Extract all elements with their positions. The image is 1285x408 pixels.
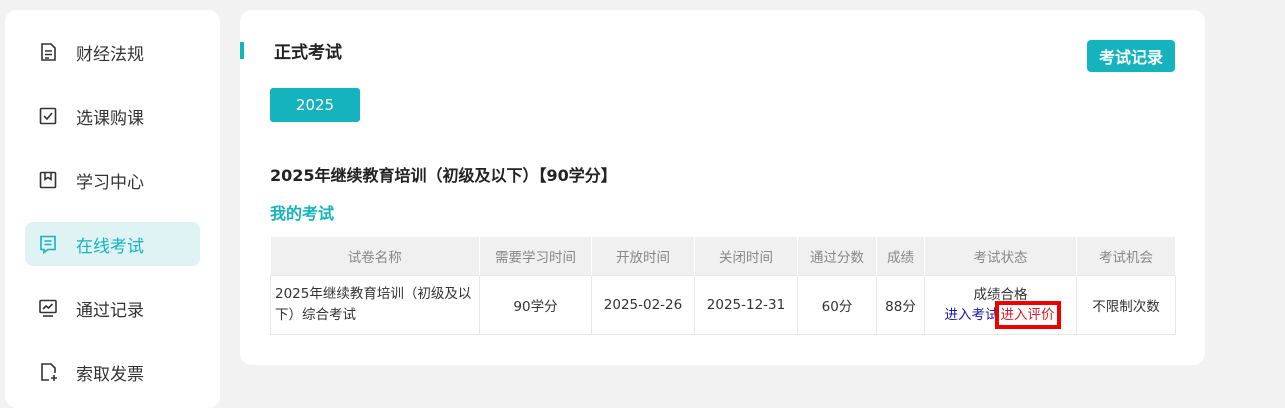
sidebar-item-label: 通过记录 — [76, 300, 144, 321]
header-exam-status: 考试状态 — [924, 237, 1077, 276]
title-accent-bar — [240, 42, 244, 59]
document-icon — [37, 41, 59, 63]
cell-score: 88分 — [876, 275, 925, 335]
invoice-icon — [37, 361, 59, 383]
sidebar-item-label: 在线考试 — [76, 236, 144, 257]
header-paper-name: 试卷名称 — [270, 237, 480, 276]
enter-evaluation-link[interactable]: 进入评价 — [994, 301, 1061, 329]
status-text: 成绩合格 — [973, 287, 1028, 303]
table-header-row: 试卷名称 需要学习时间 开放时间 关闭时间 通过分数 成绩 考试状态 考试机会 — [270, 237, 1176, 276]
course-title: 2025年继续教育培训（初级及以下）【90学分】 — [270, 166, 617, 185]
sidebar-item-label: 学习中心 — [76, 172, 144, 193]
bookmark-icon — [37, 169, 59, 191]
enter-exam-link[interactable]: 进入考试 — [945, 307, 999, 323]
page-title: 正式考试 — [274, 43, 342, 63]
header-pass-score: 通过分数 — [797, 237, 877, 276]
my-exams-label: 我的考试 — [270, 204, 335, 223]
sidebar-item-learning-center[interactable]: 学习中心 — [25, 158, 200, 202]
exam-records-button[interactable]: 考试记录 — [1087, 40, 1175, 72]
sidebar-item-regulations[interactable]: 财经法规 — [25, 30, 200, 74]
sidebar-item-online-exam[interactable]: 在线考试 — [25, 222, 200, 266]
chart-monitor-icon — [37, 297, 59, 319]
header-exam-chances: 考试机会 — [1076, 237, 1176, 276]
cell-paper-name: 2025年继续教育培训（初级及以下）综合考试 — [270, 275, 480, 335]
checklist-icon — [37, 105, 59, 127]
cell-exam-chances: 不限制次数 — [1076, 275, 1176, 335]
header-close-time: 关闭时间 — [694, 237, 798, 276]
exam-icon — [37, 233, 59, 255]
sidebar: 财经法规 选课购课 学习中心 在线考试 通过记录 索取发票 — [5, 10, 220, 408]
table-row: 2025年继续教育培训（初级及以下）综合考试 90学分 2025-02-26 2… — [270, 275, 1176, 335]
header-score: 成绩 — [876, 237, 925, 276]
sidebar-item-pass-records[interactable]: 通过记录 — [25, 286, 200, 330]
sidebar-item-label: 财经法规 — [76, 44, 144, 65]
sidebar-item-label: 索取发票 — [76, 364, 144, 385]
cell-pass-score: 60分 — [797, 275, 877, 335]
header-open-time: 开放时间 — [591, 237, 695, 276]
cell-exam-status: 成绩合格 进入考试 进入评价 — [924, 275, 1077, 335]
sidebar-item-course-select[interactable]: 选课购课 — [25, 94, 200, 138]
exam-table: 试卷名称 需要学习时间 开放时间 关闭时间 通过分数 成绩 考试状态 考试机会 … — [270, 237, 1176, 335]
sidebar-item-invoice[interactable]: 索取发票 — [25, 350, 200, 394]
cell-study-time: 90学分 — [479, 275, 592, 335]
header-study-time: 需要学习时间 — [479, 237, 592, 276]
main-panel: 正式考试 考试记录 2025 2025年继续教育培训（初级及以下）【90学分】 … — [240, 10, 1205, 365]
sidebar-item-label: 选课购课 — [76, 108, 144, 129]
year-tab-2025[interactable]: 2025 — [270, 88, 360, 122]
status-actions: 进入考试 进入评价 — [929, 301, 1072, 329]
cell-close-time: 2025-12-31 — [694, 275, 798, 335]
cell-open-time: 2025-02-26 — [591, 275, 695, 335]
